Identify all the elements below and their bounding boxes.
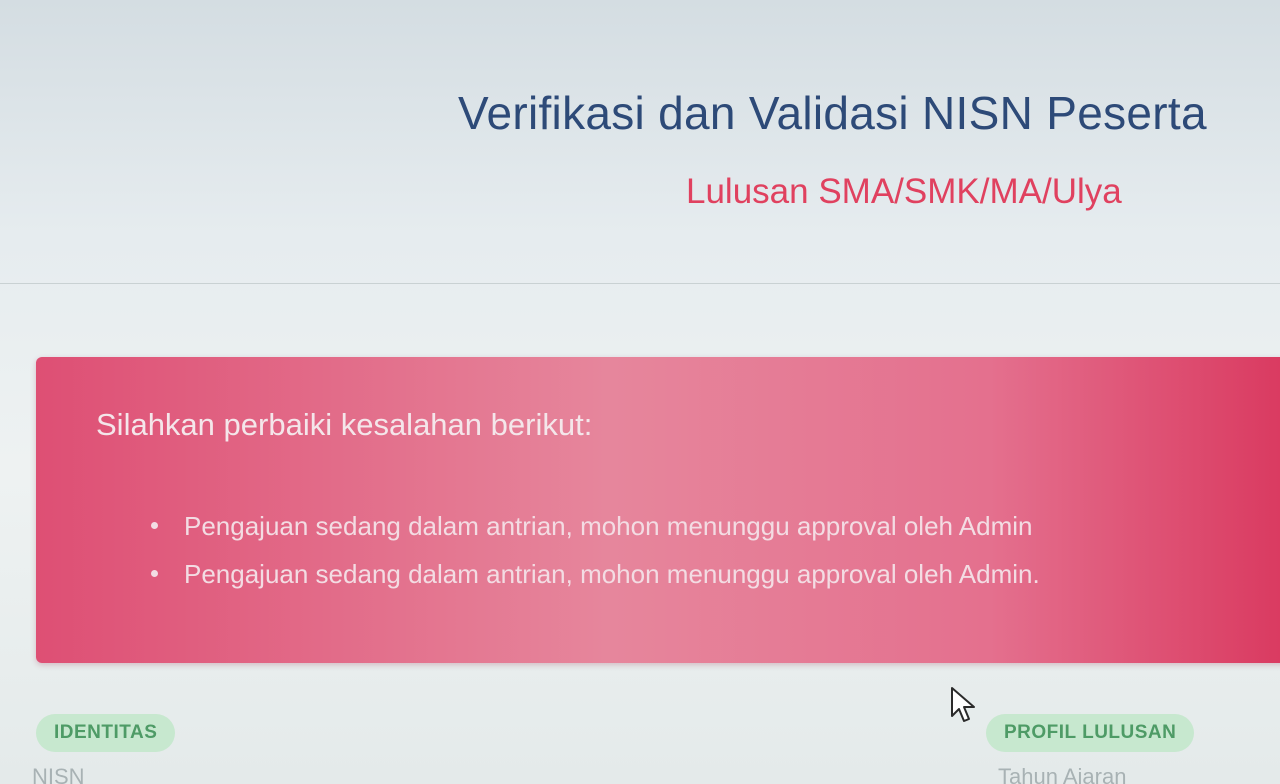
section-profil-lulusan[interactable]: PROFIL LULUSAN [986, 714, 1195, 752]
header-divider [0, 283, 1280, 284]
nisn-field-label: NISN [32, 764, 85, 784]
alert-item-text: Pengajuan sedang dalam antrian, mohon me… [184, 511, 1033, 541]
alert-list: Pengajuan sedang dalam antrian, mohon me… [146, 502, 1040, 598]
mouse-pointer-icon [951, 687, 975, 722]
alert-list-item: Pengajuan sedang dalam antrian, mohon me… [146, 502, 1040, 550]
page-subtitle: Lulusan SMA/SMK/MA/Ulya [686, 172, 1122, 211]
page: Verifikasi dan Validasi NISN Peserta Lul… [0, 0, 1280, 784]
tahun-ajaran-field-label: Tahun Ajaran [998, 764, 1127, 784]
alert-heading: Silahkan perbaiki kesalahan berikut: [96, 407, 593, 442]
bullet-icon [151, 570, 158, 577]
error-alert: Silahkan perbaiki kesalahan berikut: Pen… [36, 357, 1280, 663]
bullet-icon [151, 522, 158, 529]
alert-list-item: Pengajuan sedang dalam antrian, mohon me… [146, 550, 1040, 598]
page-title: Verifikasi dan Validasi NISN Peserta [458, 87, 1207, 139]
alert-item-text: Pengajuan sedang dalam antrian, mohon me… [184, 559, 1040, 589]
section-identitas[interactable]: IDENTITAS [36, 714, 176, 752]
